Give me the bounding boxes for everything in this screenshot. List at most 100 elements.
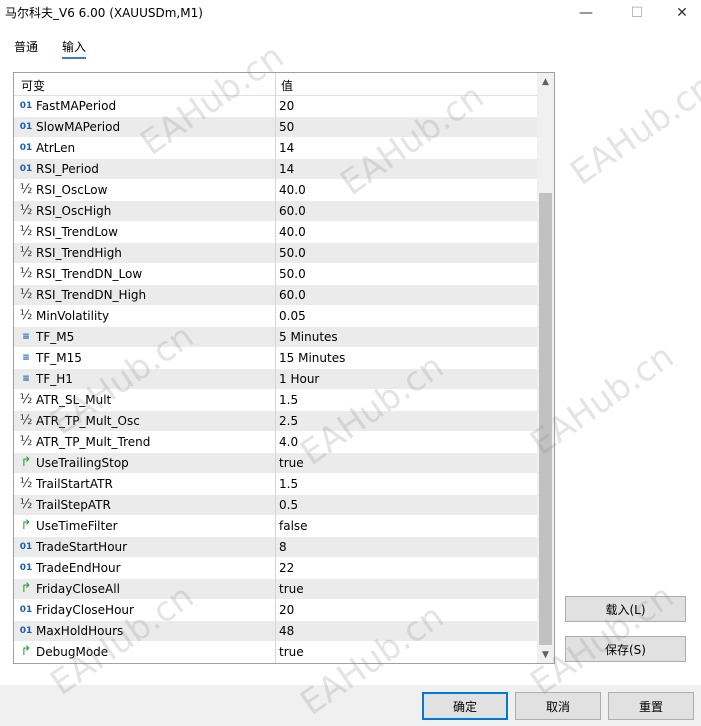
parameter-name: RSI_Period (36, 162, 99, 176)
minimize-icon[interactable]: — (563, 0, 609, 26)
parameter-name: FridayCloseHour (36, 603, 134, 617)
integer-type-icon: 01 (19, 542, 33, 552)
enum-type-icon: ≡ (22, 332, 30, 342)
bool-type-icon: ↱ (20, 644, 32, 659)
cancel-button[interactable]: 取消 (515, 692, 601, 720)
parameter-value[interactable]: 20 (279, 99, 294, 113)
parameter-name: RSI_TrendDN_High (36, 288, 147, 302)
double-type-icon: ½ (19, 476, 33, 491)
parameter-name: ATR_TP_Mult_Osc (36, 414, 140, 428)
vertical-scrollbar[interactable]: ▲ ▼ (537, 73, 554, 663)
parameter-name: ATR_SL_Mult (36, 393, 112, 407)
inputs-table: 可变 值 01 FastMAPeriod 20 01 SlowMAPeriod 50 01 A… (13, 72, 555, 664)
double-type-icon: ½ (19, 182, 33, 197)
parameter-value[interactable]: true (279, 645, 304, 659)
integer-type-icon: 01 (19, 605, 33, 615)
integer-type-icon: 01 (19, 122, 33, 132)
parameter-name: RSI_OscHigh (36, 204, 112, 218)
double-type-icon: ½ (19, 266, 33, 281)
title-bar: 马尔科夫_V6 6.00 (XAUUSDm,M1) — ☐ ✕ (0, 0, 701, 26)
column-header-value[interactable]: 值 (281, 77, 293, 94)
window-title: 马尔科夫_V6 6.00 (XAUUSDm,M1) (5, 6, 203, 20)
ok-button[interactable]: 确定 (422, 692, 508, 720)
double-type-icon: ½ (19, 413, 33, 428)
parameter-value[interactable]: 40.0 (279, 183, 306, 197)
parameter-name: UseTimeFilter (36, 519, 118, 533)
parameter-value[interactable]: 0.5 (279, 498, 298, 512)
parameter-name: TradeEndHour (36, 561, 121, 575)
parameter-name: TrailStartATR (36, 477, 113, 491)
parameter-value[interactable]: 22 (279, 561, 294, 575)
parameter-value[interactable]: 1.5 (279, 477, 298, 491)
parameter-name: DebugMode (36, 645, 109, 659)
parameter-value[interactable]: 0.05 (279, 309, 306, 323)
maximize-icon[interactable]: ☐ (614, 0, 660, 26)
integer-type-icon: 01 (19, 143, 33, 153)
parameter-name: TF_M5 (36, 330, 75, 344)
parameter-value[interactable]: 50.0 (279, 246, 306, 260)
parameter-value[interactable]: 48 (279, 624, 294, 638)
bool-type-icon: ↱ (20, 455, 32, 470)
double-type-icon: ½ (19, 308, 33, 323)
integer-type-icon: 01 (19, 164, 33, 174)
double-type-icon: ½ (19, 497, 33, 512)
double-type-icon: ½ (19, 245, 33, 260)
parameter-value[interactable]: 1.5 (279, 393, 298, 407)
parameter-name: RSI_TrendLow (36, 225, 118, 239)
scrollbar-thumb[interactable] (539, 193, 552, 645)
parameter-name: SlowMAPeriod (36, 120, 121, 134)
tab-inputs[interactable]: 输入 (62, 38, 87, 59)
parameter-value[interactable]: 40.0 (279, 225, 306, 239)
integer-type-icon: 01 (19, 563, 33, 573)
double-type-icon: ½ (19, 224, 33, 239)
parameter-name: RSI_OscLow (36, 183, 108, 197)
parameter-value[interactable]: 60.0 (279, 204, 306, 218)
parameter-name: TradeStartHour (36, 540, 128, 554)
integer-type-icon: 01 (19, 101, 33, 111)
parameter-value[interactable]: 14 (279, 141, 294, 155)
parameter-value[interactable]: false (279, 519, 308, 533)
column-divider[interactable] (275, 73, 276, 663)
parameter-name: MinVolatility (36, 309, 110, 323)
tab-bar: 普通 输入 (0, 26, 701, 60)
parameter-name: RSI_TrendHigh (36, 246, 122, 260)
parameter-value[interactable]: 50.0 (279, 267, 306, 281)
reset-button[interactable]: 重置 (608, 692, 694, 720)
parameter-value[interactable]: 4.0 (279, 435, 298, 449)
dialog-footer: 确定 取消 重置 (0, 685, 701, 726)
parameter-value[interactable]: 50 (279, 120, 294, 134)
parameter-value[interactable]: 1 Hour (279, 372, 319, 386)
close-icon[interactable]: ✕ (659, 0, 701, 26)
parameter-name: AtrLen (36, 141, 76, 155)
bool-type-icon: ↱ (20, 518, 32, 533)
parameter-name: MaxHoldHours (36, 624, 124, 638)
parameter-name: TrailStepATR (36, 498, 111, 512)
double-type-icon: ½ (19, 392, 33, 407)
load-button[interactable]: 载入(L) (565, 596, 686, 622)
tab-general[interactable]: 普通 (14, 38, 38, 55)
parameter-name: TF_M15 (36, 351, 82, 365)
double-type-icon: ½ (19, 203, 33, 218)
parameter-value[interactable]: 20 (279, 603, 294, 617)
parameter-name: FastMAPeriod (36, 99, 117, 113)
parameter-name: UseTrailingStop (36, 456, 129, 470)
parameter-value[interactable]: 60.0 (279, 288, 306, 302)
save-button[interactable]: 保存(S) (565, 636, 686, 662)
parameter-name: RSI_TrendDN_Low (36, 267, 143, 281)
scroll-up-icon[interactable]: ▲ (537, 73, 554, 90)
enum-type-icon: ≡ (22, 374, 30, 384)
enum-type-icon: ≡ (22, 353, 30, 363)
integer-type-icon: 01 (19, 626, 33, 636)
parameter-value[interactable]: 2.5 (279, 414, 298, 428)
parameter-value[interactable]: 5 Minutes (279, 330, 338, 344)
parameter-value[interactable]: 8 (279, 540, 287, 554)
parameter-value[interactable]: true (279, 456, 304, 470)
parameter-value[interactable]: 14 (279, 162, 294, 176)
parameter-name: TF_H1 (36, 372, 73, 386)
double-type-icon: ½ (19, 287, 33, 302)
parameter-value[interactable]: 15 Minutes (279, 351, 345, 365)
column-header-variable[interactable]: 可变 (21, 77, 45, 94)
double-type-icon: ½ (19, 434, 33, 449)
scroll-down-icon[interactable]: ▼ (537, 646, 554, 663)
parameter-value[interactable]: true (279, 582, 304, 596)
